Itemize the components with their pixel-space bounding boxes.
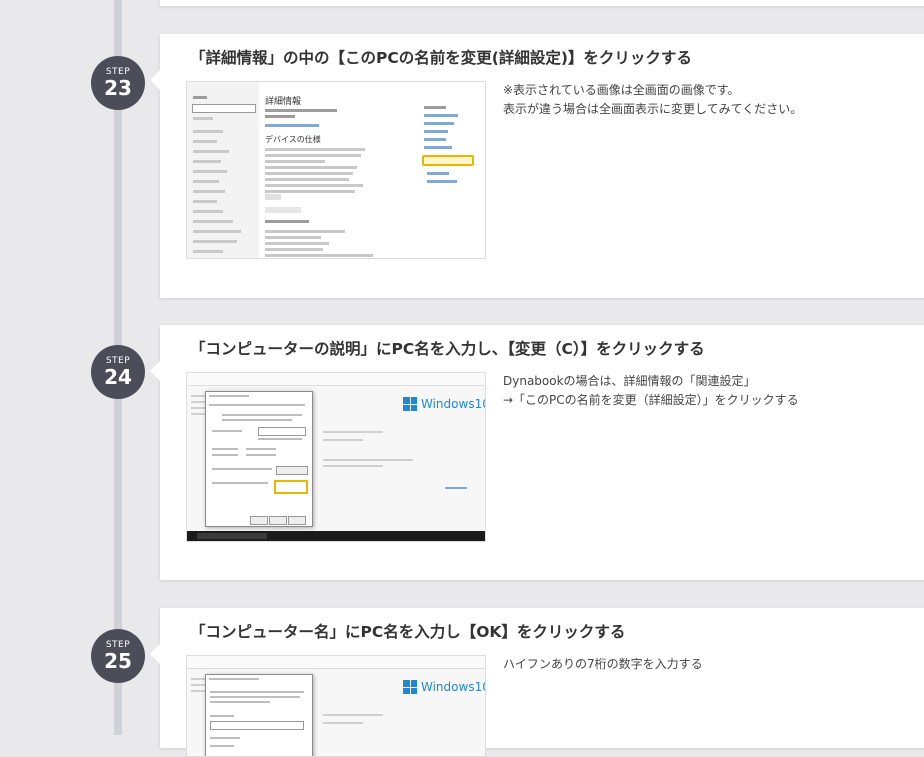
step-note: ハイフンありの7桁の数字を入力する	[503, 655, 923, 674]
system-properties-screenshot: Windows10	[186, 372, 486, 542]
step-card-25: 「コンピューター名」にPC名を入力し【OK】をクリックする Windows10 …	[150, 608, 924, 757]
step-title: 「詳細情報」の中の【このPCの名前を変更(詳細設定)】をクリックする	[190, 49, 692, 67]
settings-search-box	[192, 104, 256, 113]
step-badge-25: STEP 25	[91, 629, 145, 683]
step-note: Dynabookの場合は、詳細情報の「関連設定」 →「このPCの名前を変更（詳細…	[503, 372, 923, 410]
step-card-24: 「コンピューターの説明」にPC名を入力し、【変更（C）】をクリックする Wind…	[150, 325, 924, 580]
windows-logo-icon	[403, 680, 417, 694]
windows-taskbar	[187, 531, 485, 541]
windows-logo-icon	[403, 397, 417, 411]
step-title: 「コンピューター名」にPC名を入力し【OK】をクリックする	[190, 623, 626, 641]
note-line: →「このPCの名前を変更（詳細設定）」をクリックする	[503, 393, 799, 407]
step-number: 25	[104, 649, 132, 673]
note-line: ※表示されている画像は全画面の画像です。	[503, 83, 740, 97]
computer-name-dialog	[205, 674, 313, 756]
rename-pc-highlight	[422, 155, 474, 166]
step-note: ※表示されている画像は全画面の画像です。 表示が違う場合は全画面表示に変更してみ…	[503, 81, 923, 119]
step-number: 24	[104, 365, 132, 389]
settings-screenshot: 詳細情報 デバイスの仕様	[186, 81, 486, 259]
step-badge-24: STEP 24	[91, 345, 145, 399]
windows10-logo: Windows10	[403, 397, 486, 411]
note-line: 表示が違う場合は全画面表示に変更してみてください。	[503, 102, 803, 116]
computer-name-screenshot: Windows10	[186, 655, 486, 757]
windows-logo-text: Windows10	[421, 680, 486, 694]
windows-logo-text: Windows10	[421, 397, 486, 411]
screenshot-heading: 詳細情報	[265, 97, 302, 107]
screenshot-subheading: デバイスの仕様	[265, 135, 321, 144]
system-properties-dialog	[205, 391, 313, 527]
note-line: Dynabookの場合は、詳細情報の「関連設定」	[503, 374, 756, 388]
change-button-highlight	[274, 480, 308, 494]
step-card-23: 「詳細情報」の中の【このPCの名前を変更(詳細設定)】をクリックする 詳細情報 …	[150, 34, 924, 298]
previous-step-card	[160, 0, 924, 6]
note-line: ハイフンありの7桁の数字を入力する	[503, 657, 703, 671]
step-badge-23: STEP 23	[91, 56, 145, 110]
windows10-logo: Windows10	[403, 680, 486, 694]
step-title: 「コンピューターの説明」にPC名を入力し、【変更（C）】をクリックする	[190, 340, 705, 358]
step-number: 23	[104, 76, 132, 100]
